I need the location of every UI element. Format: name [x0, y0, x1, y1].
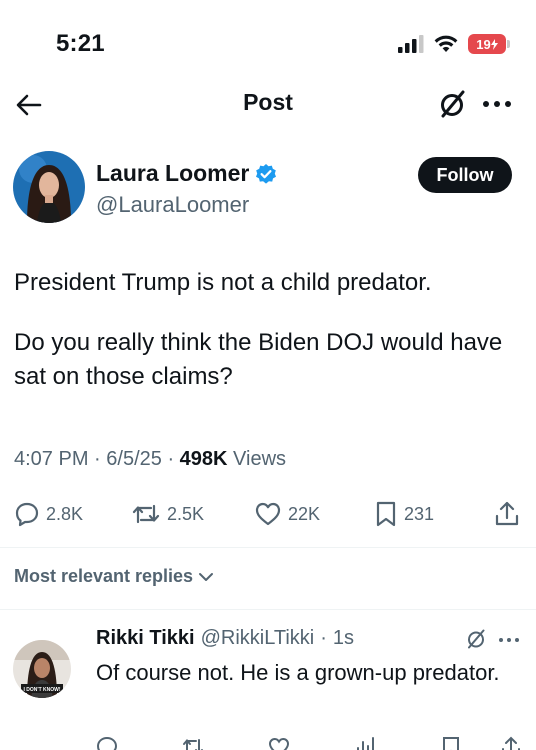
views-label: Views [233, 448, 287, 470]
bookmark-button[interactable]: 231 [374, 496, 434, 532]
heart-icon [255, 502, 281, 526]
verified-badge-icon [256, 163, 277, 184]
author-name-text: Laura Loomer [96, 160, 250, 186]
bookmark-icon[interactable] [440, 736, 462, 750]
status-icons: 19 [398, 34, 510, 54]
bookmark-icon [376, 501, 396, 527]
replies-sort-label: Most relevant replies [14, 566, 194, 586]
status-bar: 5:21 19 [0, 0, 536, 80]
author-name[interactable]: Laura Loomer [96, 160, 277, 187]
top-nav: Post [0, 80, 536, 128]
battery-icon: 19 [468, 34, 510, 54]
author-handle[interactable]: @LauraLoomer [96, 192, 249, 218]
heart-icon[interactable] [268, 736, 290, 750]
reply-avatar[interactable]: I DON'T KNOW! [13, 640, 71, 698]
post-paragraph: Do you really think the Biden DOJ would … [14, 329, 503, 390]
chevron-down-icon [199, 572, 214, 581]
reply-icon[interactable] [96, 736, 118, 750]
share-button[interactable] [494, 496, 520, 532]
replies-sort-dropdown[interactable]: Most relevant replies [14, 566, 215, 587]
reply-item[interactable]: I DON'T KNOW! Rikki Tikki @RikkiLTikki ·… [0, 610, 536, 750]
meta-separator: · [94, 448, 107, 470]
like-count: 22K [288, 503, 321, 524]
repost-count: 2.5K [167, 503, 205, 524]
post-date: 6/5/25 [106, 448, 162, 470]
divider [0, 547, 536, 548]
follow-button[interactable]: Follow [418, 157, 512, 193]
views-icon[interactable] [354, 736, 376, 750]
reply-author-handle[interactable]: @RikkiLTikki [201, 627, 315, 650]
author-avatar-image [13, 151, 85, 223]
share-icon[interactable] [500, 736, 522, 750]
battery-level: 19 [476, 36, 491, 52]
reply-author-name[interactable]: Rikki Tikki [96, 627, 195, 650]
grok-icon[interactable] [437, 89, 467, 119]
reply-avatar-image: I DON'T KNOW! [13, 640, 71, 698]
reply-text: Of course not. He is a grown-up predator… [96, 660, 500, 685]
grok-icon[interactable] [465, 628, 487, 650]
signal-icon [398, 35, 424, 53]
more-options-icon[interactable] [480, 92, 514, 116]
post-actions: 2.8K 2.5K 22K 231 [0, 496, 536, 532]
status-time: 5:21 [56, 30, 105, 57]
wifi-icon [434, 35, 458, 52]
post-author: Laura Loomer @LauraLoomer Follow [0, 151, 536, 227]
bookmark-count: 231 [404, 503, 435, 524]
post-meta: 4:07 PM · 6/5/25 · 498K Views [14, 448, 286, 471]
repost-icon[interactable] [182, 736, 204, 750]
reply-icon [15, 502, 39, 527]
meta-separator: · [320, 627, 327, 649]
reply-header: Rikki Tikki @RikkiLTikki · 1s [96, 627, 354, 650]
charging-bolt-icon [490, 38, 498, 50]
views-count: 498K [179, 448, 228, 470]
post-time: 4:07 PM [14, 448, 89, 470]
author-avatar[interactable] [13, 151, 85, 223]
reply-count: 2.8K [46, 503, 84, 524]
reply-actions [96, 736, 526, 750]
post-text: President Trump is not a child predator.… [14, 266, 524, 420]
post-paragraph: President Trump is not a child predator. [14, 269, 432, 296]
reply-avatar-caption: I DON'T KNOW! [23, 687, 60, 693]
reply-time: 1s [332, 627, 355, 649]
reply-button[interactable]: 2.8K [14, 496, 83, 532]
repost-icon [132, 504, 160, 524]
like-button[interactable]: 22K [254, 496, 320, 532]
repost-button[interactable]: 2.5K [131, 496, 204, 532]
more-options-icon[interactable] [497, 632, 521, 648]
meta-separator: · [167, 448, 180, 470]
share-icon [495, 501, 519, 526]
